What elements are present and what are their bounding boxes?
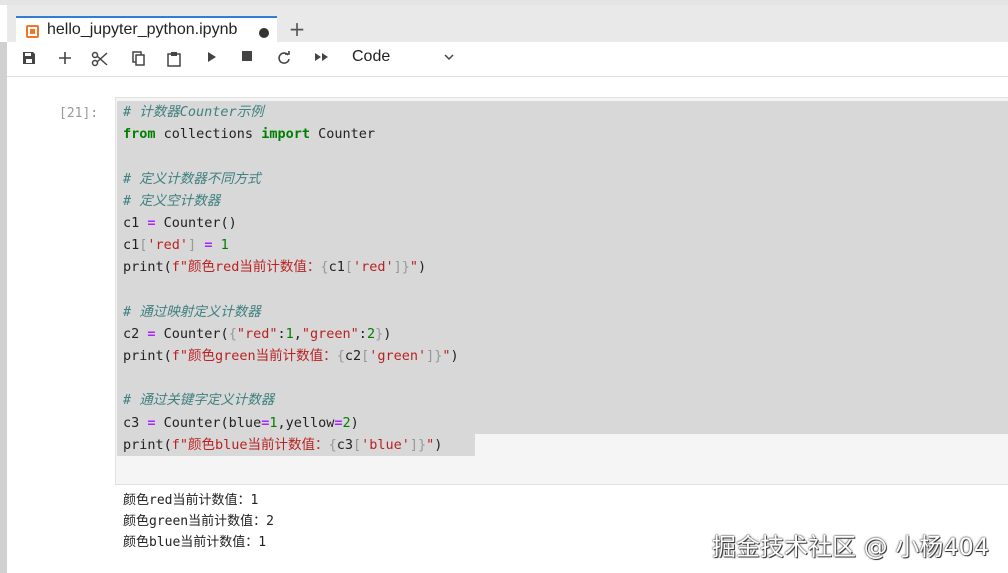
- code-editor[interactable]: # 计数器Counter示例 from collections import Co…: [123, 101, 459, 456]
- fast-forward-icon: [315, 53, 328, 61]
- code-line[interactable]: c2 = Counter({"red":1,"green":2}): [123, 323, 459, 345]
- chevron-down-icon[interactable]: [443, 51, 455, 63]
- notebook-icon: [26, 25, 39, 38]
- unsaved-dot-icon[interactable]: [259, 28, 269, 38]
- code-line[interactable]: [123, 279, 459, 301]
- copy-icon: [132, 51, 145, 66]
- copy-button[interactable]: [129, 48, 149, 70]
- code-line[interactable]: # 通过关键字定义计数器: [123, 389, 459, 411]
- scissors-icon: [91, 51, 108, 67]
- code-line[interactable]: c1['red'] = 1: [123, 234, 459, 256]
- save-icon: [23, 52, 35, 64]
- cell-output: 颜色red当前计数值：1 颜色green当前计数值：2 颜色blue当前计数值：1: [123, 490, 274, 553]
- paste-icon: [167, 52, 181, 67]
- code-line[interactable]: from collections import Counter: [123, 123, 459, 145]
- tab-bar: hello_jupyter_python.ipynb +: [7, 5, 1008, 47]
- output-line: 颜色red当前计数值：1: [123, 493, 259, 508]
- code-line[interactable]: print(f"颜色red当前计数值：{c1['red']}"): [123, 256, 459, 278]
- notebook-toolbar: Code: [7, 42, 1008, 77]
- watermark: 掘金技术社区 @ 小杨404: [712, 533, 990, 561]
- new-tab-button[interactable]: +: [285, 17, 309, 41]
- code-line[interactable]: c1 = Counter(): [123, 212, 459, 234]
- code-line[interactable]: # 定义计数器不同方式: [123, 168, 459, 190]
- code-line[interactable]: # 定义空计数器: [123, 190, 459, 212]
- play-icon: [208, 52, 216, 62]
- cell-type-select[interactable]: Code: [352, 48, 390, 66]
- tab-title: hello_jupyter_python.ipynb: [47, 21, 238, 38]
- left-gutter: [0, 42, 7, 573]
- code-line[interactable]: [123, 367, 459, 389]
- stop-button[interactable]: [238, 48, 256, 70]
- code-line[interactable]: c3 = Counter(blue=1,yellow=2): [123, 412, 459, 434]
- paste-button[interactable]: [164, 48, 184, 70]
- output-line: 颜色blue当前计数值：1: [123, 535, 267, 550]
- restart-button[interactable]: [274, 48, 294, 70]
- code-line[interactable]: print(f"颜色green当前计数值：{c2['green']}"): [123, 345, 459, 367]
- output-line: 颜色green当前计数值：2: [123, 514, 274, 529]
- restart-icon: [278, 51, 290, 64]
- cut-button[interactable]: [89, 48, 111, 70]
- plus-icon: [59, 52, 71, 64]
- run-button[interactable]: [203, 48, 221, 70]
- stop-icon: [242, 51, 252, 61]
- insert-cell-button[interactable]: [55, 48, 75, 70]
- code-line[interactable]: [123, 145, 459, 167]
- run-all-button[interactable]: [311, 48, 333, 70]
- code-line[interactable]: # 通过映射定义计数器: [123, 301, 459, 323]
- code-line[interactable]: # 计数器Counter示例: [123, 101, 459, 123]
- code-line[interactable]: print(f"颜色blue当前计数值：{c3['blue']}"): [123, 434, 459, 456]
- save-button[interactable]: [19, 48, 39, 70]
- execution-count: [21]:: [59, 106, 99, 121]
